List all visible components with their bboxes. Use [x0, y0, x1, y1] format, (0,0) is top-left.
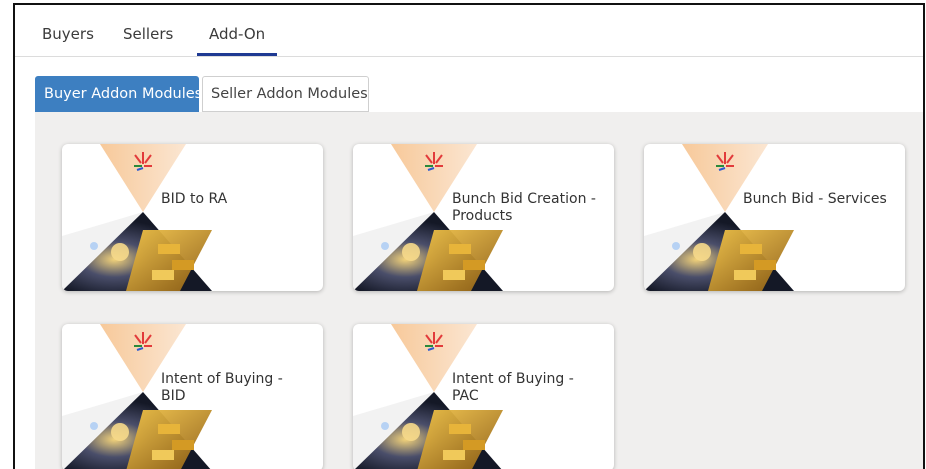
- module-title: Bunch Bid - Services: [743, 191, 887, 207]
- tab-add-on[interactable]: Add-On: [197, 25, 278, 56]
- tab-sellers[interactable]: Sellers: [111, 25, 185, 53]
- top-tab-bar: Buyers Sellers Add-On: [15, 5, 923, 57]
- module-title: BID to RA: [161, 191, 228, 207]
- tab-buyer-addon-modules[interactable]: Buyer Addon Modules: [35, 76, 202, 112]
- module-card-intent-of-buying-bid[interactable]: Intent of Buying - BID: [62, 324, 323, 469]
- module-card-bunch-bid-creation-products[interactable]: Bunch Bid Creation - Products: [353, 144, 614, 291]
- tab-seller-addon-modules[interactable]: Seller Addon Modules: [202, 76, 369, 112]
- gem-logo-icon: [62, 144, 212, 291]
- addon-page: Buyers Sellers Add-On Buyer Addon Module…: [13, 3, 925, 469]
- module-title: Intent of Buying - PAC: [452, 371, 574, 404]
- module-card-bid-to-ra[interactable]: BID to RA: [62, 144, 323, 291]
- module-card-intent-of-buying-pac[interactable]: Intent of Buying - PAC: [353, 324, 614, 469]
- gem-logo-icon: [644, 144, 794, 291]
- module-title: Bunch Bid Creation - Products: [452, 191, 596, 224]
- module-card-bunch-bid-services[interactable]: Bunch Bid - Services: [644, 144, 905, 291]
- tab-buyers[interactable]: Buyers: [30, 25, 106, 53]
- modules-panel: BID to RA Bunch Bid Creation - Products …: [35, 112, 923, 469]
- module-title: Intent of Buying - BID: [161, 371, 283, 404]
